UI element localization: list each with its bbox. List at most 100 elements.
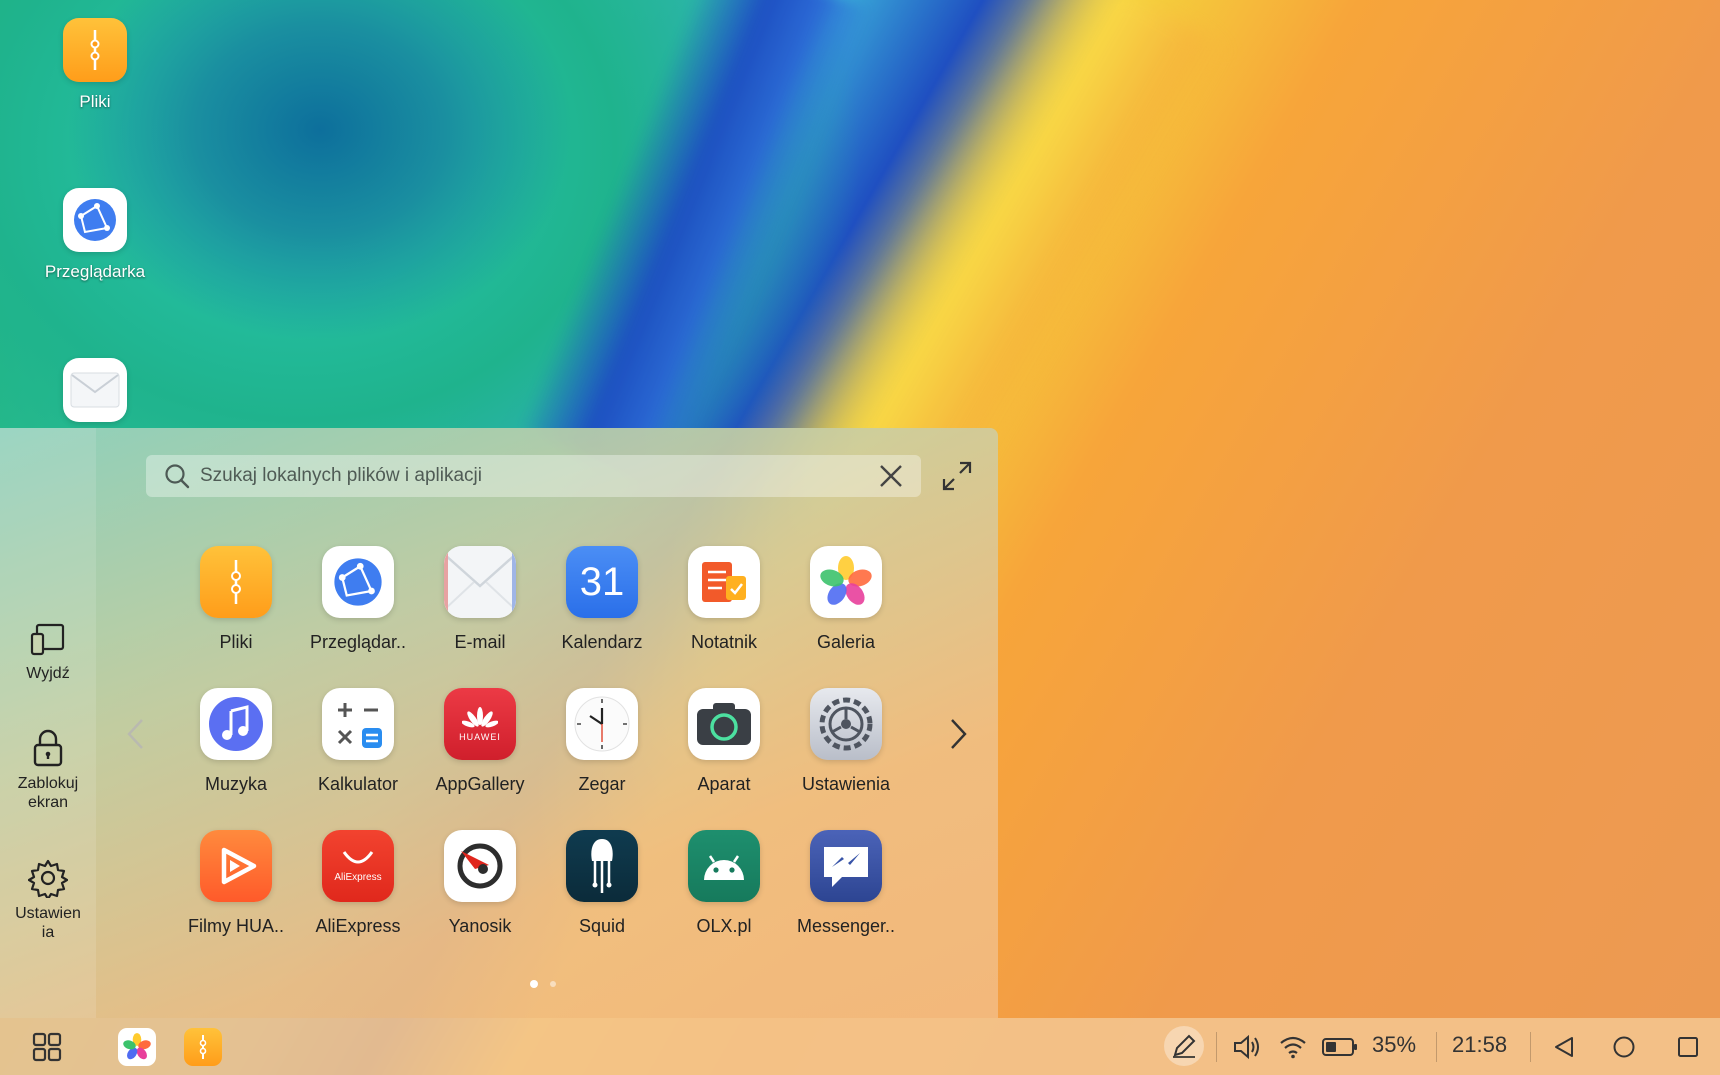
app-drawer-button[interactable] <box>30 1030 64 1064</box>
gallery-icon <box>123 1033 151 1060</box>
next-page-arrow[interactable] <box>950 718 968 750</box>
files-icon <box>63 18 127 82</box>
search-icon <box>165 464 190 489</box>
search-input[interactable] <box>198 464 879 488</box>
app-huawei-video[interactable]: Filmy HUA.. <box>175 830 297 937</box>
desktop-icon-label: Przeglądarka <box>44 262 146 281</box>
exit-desktop-icon <box>30 623 65 656</box>
grid-icon <box>32 1032 62 1062</box>
clock-icon <box>566 688 638 760</box>
clock-time[interactable]: 21:58 <box>1452 1032 1507 1058</box>
app-label: Przeglądar.. <box>309 632 407 652</box>
battery-icon <box>1322 1038 1357 1056</box>
squid-icon <box>566 830 638 902</box>
start-menu-panel: Wyjdź Zablokuj ekran Ustawien ia Pliki <box>0 428 998 1018</box>
app-messenger[interactable]: Messenger.. <box>785 830 907 937</box>
app-label: OLX.pl <box>696 916 752 936</box>
recents-button[interactable] <box>1672 1031 1704 1063</box>
calendar-icon: 31 <box>566 546 638 618</box>
app-yanosik[interactable]: Yanosik <box>419 830 541 937</box>
taskbar-files-app[interactable] <box>184 1028 222 1066</box>
app-settings[interactable]: Ustawienia <box>785 688 907 795</box>
volume-button[interactable] <box>1230 1031 1264 1063</box>
page-dot-active[interactable] <box>530 980 538 988</box>
app-notepad[interactable]: Notatnik <box>663 546 785 653</box>
taskbar-gallery-app[interactable] <box>118 1028 156 1066</box>
home-button[interactable] <box>1608 1031 1640 1063</box>
app-gallery[interactable]: Galeria <box>785 546 907 653</box>
android-icon <box>688 830 760 902</box>
settings-gear-icon <box>810 688 882 760</box>
app-label: Kalkulator <box>317 774 399 794</box>
desktop-icon-files[interactable]: Pliki <box>40 18 150 112</box>
home-circle-icon <box>1613 1036 1635 1058</box>
back-triangle-icon <box>1555 1037 1573 1057</box>
yanosik-icon <box>444 830 516 902</box>
app-appgallery[interactable]: HUAWEI AppGallery <box>419 688 541 795</box>
recents-square-icon <box>1678 1037 1698 1057</box>
gallery-icon <box>810 546 882 618</box>
desktop-icon-browser[interactable]: Przeglądarka <box>40 188 150 282</box>
files-icon <box>200 546 272 618</box>
divider <box>1530 1032 1531 1062</box>
divider <box>1436 1032 1437 1062</box>
notepad-icon <box>688 546 760 618</box>
app-pliki[interactable]: Pliki <box>175 546 297 653</box>
stylus-button[interactable] <box>1164 1026 1204 1066</box>
app-squid[interactable]: Squid <box>541 830 663 937</box>
app-label: Messenger.. <box>796 916 896 936</box>
settings-label-line2: ia <box>41 924 55 941</box>
app-label: AppGallery <box>435 774 525 794</box>
expand-icon[interactable] <box>942 461 972 491</box>
huawei-logo-text: HUAWEI <box>459 732 501 742</box>
app-olx[interactable]: OLX.pl <box>663 830 785 937</box>
appgallery-icon: HUAWEI <box>444 688 516 760</box>
back-button[interactable] <box>1548 1031 1580 1063</box>
calendar-day: 31 <box>579 559 625 604</box>
music-icon <box>200 688 272 760</box>
page-dot[interactable] <box>550 981 556 987</box>
close-icon[interactable] <box>879 464 903 488</box>
desktop-icon-email[interactable] <box>40 358 150 422</box>
app-aliexpress[interactable]: AliExpress AliExpress <box>297 830 419 937</box>
app-label: Ustawienia <box>801 774 891 794</box>
app-label: E-mail <box>454 632 506 652</box>
exit-label: Wyjdź <box>26 665 70 682</box>
previous-page-arrow[interactable] <box>126 718 144 750</box>
app-label: Squid <box>578 916 626 936</box>
app-label: AliExpress <box>315 916 401 936</box>
taskbar: 35% 21:58 <box>0 1018 1720 1075</box>
app-label: Galeria <box>816 632 876 652</box>
aliexpress-icon: AliExpress <box>322 830 394 902</box>
search-bar[interactable] <box>146 455 921 497</box>
app-clock[interactable]: Zegar <box>541 688 663 795</box>
app-calculator[interactable]: Kalkulator <box>297 688 419 795</box>
wifi-button[interactable] <box>1276 1031 1310 1063</box>
app-label: Kalendarz <box>561 632 643 652</box>
lock-screen-button[interactable]: Zablokuj ekran <box>0 728 96 812</box>
wifi-icon <box>1280 1036 1306 1059</box>
page-indicator <box>530 980 556 988</box>
settings-label-line1: Ustawien <box>15 905 81 922</box>
email-icon <box>444 546 516 618</box>
app-email[interactable]: E-mail <box>419 546 541 653</box>
volume-icon <box>1234 1034 1259 1060</box>
gear-icon <box>28 859 68 898</box>
aliexpress-logo-text: AliExpress <box>334 871 382 883</box>
battery-indicator[interactable] <box>1320 1031 1360 1063</box>
battery-percentage: 35% <box>1372 1032 1417 1057</box>
divider <box>1216 1032 1217 1062</box>
app-browser[interactable]: Przeglądar.. <box>297 546 419 653</box>
app-label: Filmy HUA.. <box>188 916 284 936</box>
lock-label-line2: ekran <box>27 794 69 811</box>
exit-desktop-mode-button[interactable]: Wyjdź <box>0 622 96 683</box>
app-music[interactable]: Muzyka <box>175 688 297 795</box>
video-icon <box>200 830 272 902</box>
app-camera[interactable]: Aparat <box>663 688 785 795</box>
lock-label-line1: Zablokuj <box>17 775 79 792</box>
camera-icon <box>688 688 760 760</box>
desktop-icon-label: Pliki <box>79 92 111 111</box>
lock-icon <box>33 729 63 767</box>
app-calendar[interactable]: 31 Kalendarz <box>541 546 663 653</box>
settings-button[interactable]: Ustawien ia <box>0 858 96 942</box>
